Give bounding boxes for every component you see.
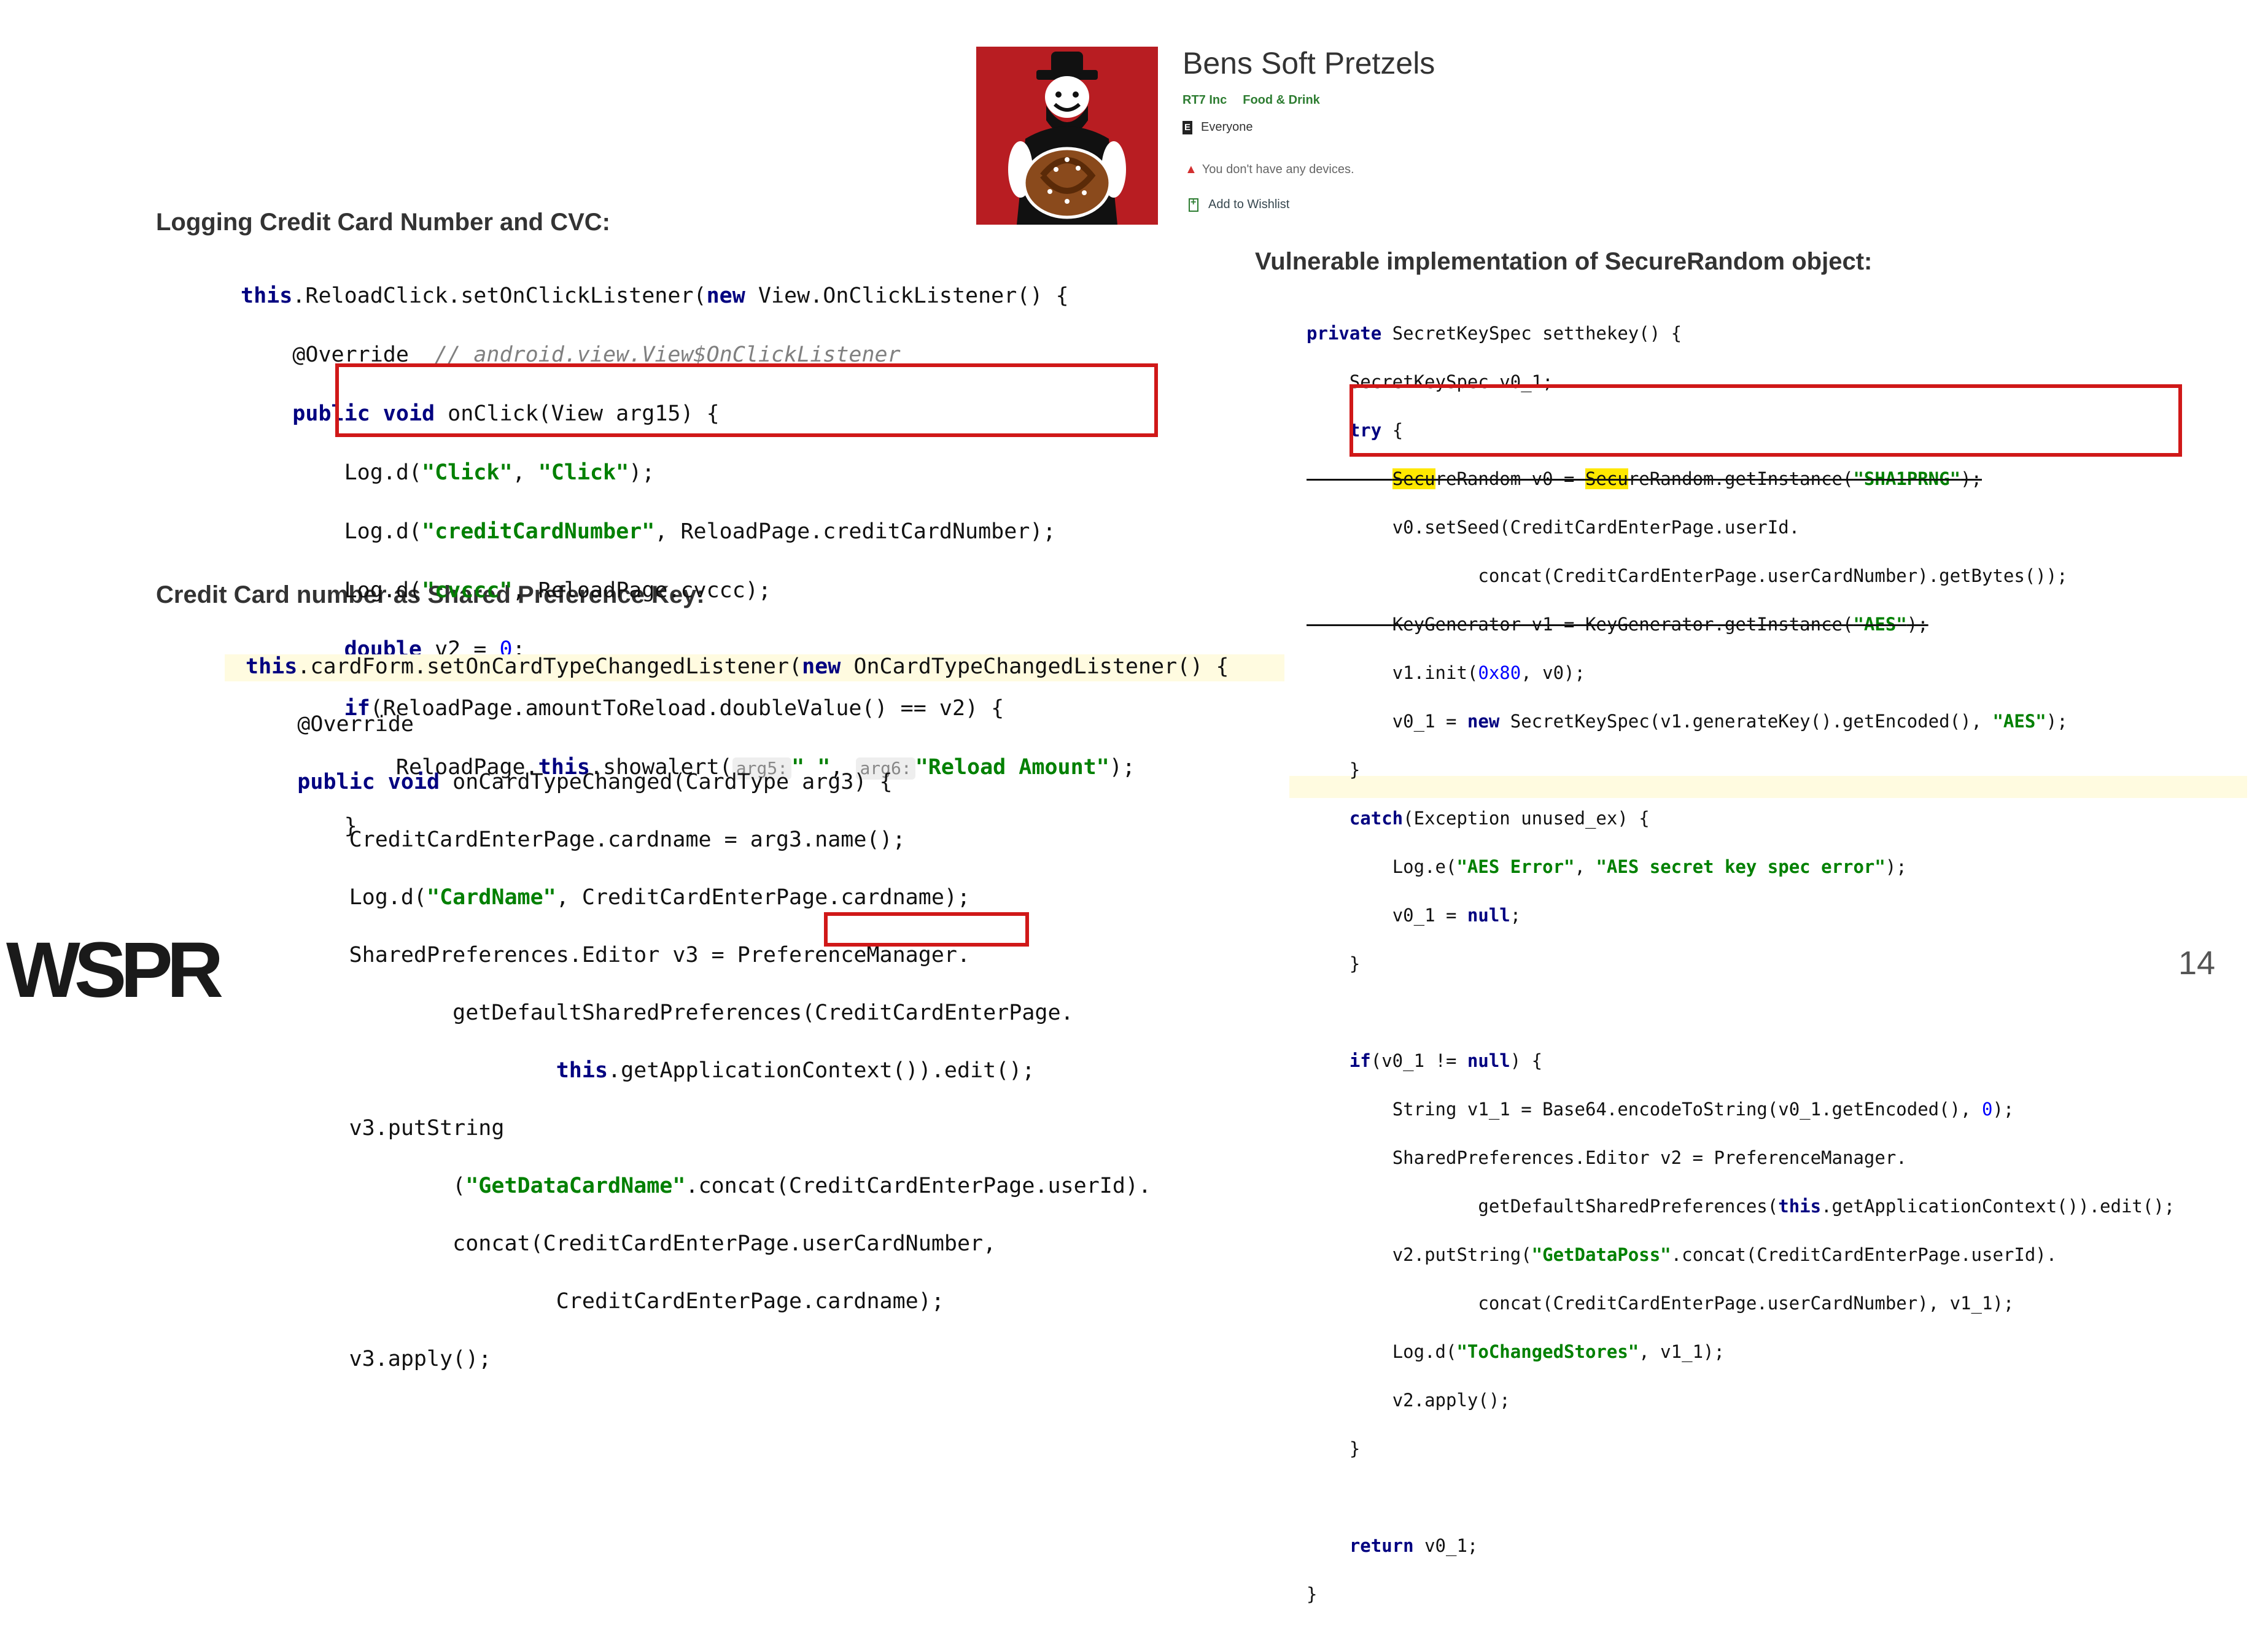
code-line: Log.e("AES Error", "AES secret key spec … (1392, 856, 1907, 877)
code-fade (233, 545, 1265, 561)
warning-text: You don't have any devices. (1202, 163, 1354, 176)
code-line: KeyGenerator v1 = KeyGenerator.getInstan… (1392, 613, 1928, 635)
code-line: Log.d("Click", "Click"); (344, 460, 655, 485)
page-number: 14 (2178, 945, 2216, 982)
wishlist-label: Add to Wishlist (1208, 198, 1290, 211)
code-line: } (1349, 1438, 1361, 1459)
code-line: v3.apply(); (349, 1347, 492, 1371)
highlight-box (824, 912, 1029, 947)
warning-icon: ▲ (1185, 163, 1197, 176)
rating-e-icon: E (1183, 120, 1192, 134)
app-icon (976, 47, 1158, 225)
code-line: Log.d("cvccc", ReloadPage.cvccc); (344, 578, 771, 603)
code-line: v2.putString("GetDataPoss".concat(Credit… (1392, 1244, 2057, 1265)
device-warning: ▲ You don't have any devices. (1185, 163, 1354, 177)
add-to-wishlist-button[interactable]: Add to Wishlist (1189, 197, 1290, 212)
code-line: private SecretKeySpec setthekey() { (1307, 322, 1682, 344)
content-rating: E Everyone (1183, 120, 1253, 134)
code-line: this.ReloadClick.setOnClickListener(new … (241, 284, 1069, 308)
code-line: ("GetDataCardName".concat(CreditCardEnte… (452, 1174, 1152, 1198)
highlight-box (1350, 384, 2182, 457)
wspr-logo: WSPR (6, 926, 223, 1014)
securerandom-heading: Vulnerable implementation of SecureRando… (1255, 248, 1873, 275)
code-line: CreditCardEnterPage.cardname = arg3.name… (349, 827, 906, 852)
code-line: SharedPreferences.Editor v3 = Preference… (349, 943, 971, 967)
code-line: SecureRandom v0 = SecureRandom.getInstan… (1392, 468, 1982, 489)
rating-label: Everyone (1201, 120, 1253, 134)
code-line: } (1307, 1583, 1318, 1605)
code-line: SharedPreferences.Editor v2 = Preference… (1392, 1147, 1907, 1168)
code-line: Log.d("ToChangedStores", v1_1); (1392, 1341, 1725, 1362)
app-meta: RT7 Inc Food & Drink (1183, 93, 1336, 107)
pretzel-man-icon (1008, 52, 1126, 225)
code-block-securerandom: private SecretKeySpec setthekey() { Secr… (1307, 297, 2175, 1631)
code-line: Log.d("creditCardNumber", ReloadPage.cre… (344, 519, 1056, 544)
code-line: v3.putString (349, 1116, 505, 1141)
logging-heading: Logging Credit Card Number and CVC: (156, 209, 610, 236)
code-line: @Override (297, 712, 414, 737)
code-line: } (1349, 953, 1361, 974)
code-line: v0.setSeed(CreditCardEnterPage.userId. (1392, 516, 1800, 538)
app-title: Bens Soft Pretzels (1183, 46, 1435, 80)
code-line: concat(CreditCardEnterPage.userCardNumbe… (452, 1231, 996, 1256)
developer-link[interactable]: RT7 Inc (1183, 93, 1227, 107)
code-line: v0_1 = new SecretKeySpec(v1.generateKey(… (1392, 710, 2068, 732)
code-line: v1.init(0x80, v0); (1392, 662, 1585, 683)
code-line: public void onCardTypeChanged(CardType a… (297, 770, 893, 794)
code-line: if(v0_1 != null) { (1349, 1050, 1543, 1071)
code-line: getDefaultSharedPreferences(CreditCardEn… (452, 1001, 1074, 1025)
code-line: return v0_1; (1349, 1535, 1478, 1556)
category-link[interactable]: Food & Drink (1243, 93, 1320, 107)
code-line: v0_1 = null; (1392, 904, 1521, 926)
code-line: this.cardForm.setOnCardTypeChangedListen… (246, 654, 1229, 679)
highlight-box (335, 363, 1158, 437)
code-line: concat(CreditCardEnterPage.userCardNumbe… (1478, 565, 2068, 586)
code-line: getDefaultSharedPreferences(this.getAppl… (1478, 1195, 2175, 1217)
code-block-shared-pref: this.cardForm.setOnCardTypeChangedListen… (246, 624, 1229, 1403)
code-line: Log.d("CardName", CreditCardEnterPage.ca… (349, 885, 971, 910)
code-line: v2.apply(); (1392, 1389, 1510, 1411)
code-line: CreditCardEnterPage.cardname); (556, 1289, 944, 1314)
bookmark-add-icon (1189, 197, 1198, 212)
code-line: this.getApplicationContext()).edit(); (556, 1058, 1035, 1083)
code-line: catch(Exception unused_ex) { (1349, 807, 1650, 829)
code-line: concat(CreditCardEnterPage.userCardNumbe… (1478, 1292, 2014, 1314)
code-line: String v1_1 = Base64.encodeToString(v0_1… (1392, 1098, 2014, 1120)
code-line: } (1349, 759, 1361, 780)
